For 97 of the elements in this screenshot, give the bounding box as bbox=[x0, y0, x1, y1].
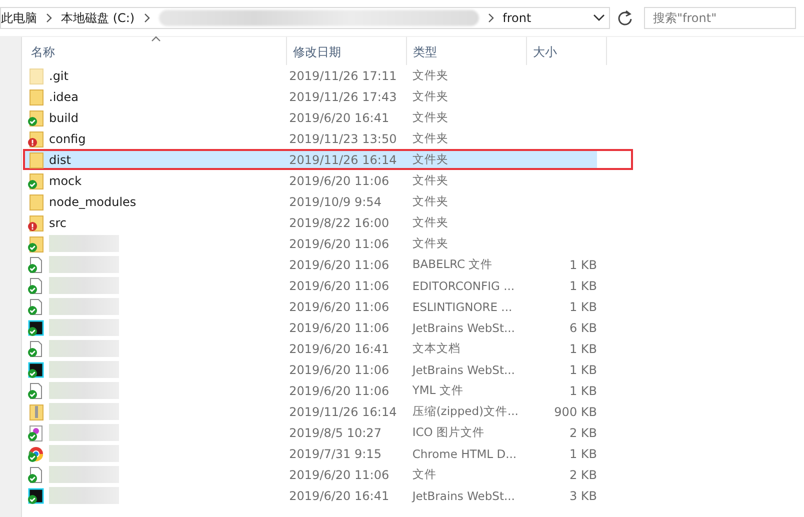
file-row[interactable]: .idea 2019/11/26 17:43 文件夹 bbox=[25, 88, 597, 105]
file-name: dist bbox=[49, 152, 71, 166]
file-row[interactable]: config 2019/11/23 13:50 文件夹 bbox=[25, 130, 597, 147]
file-size: 1 KB bbox=[569, 300, 597, 314]
modified-date: 2019/6/20 11:06 bbox=[288, 258, 390, 272]
modified-date: 2019/6/20 11:06 bbox=[288, 174, 390, 188]
file-type: 文件夹 bbox=[411, 194, 450, 209]
file-size: 3 KB bbox=[569, 488, 597, 502]
file-row[interactable]: mock 2019/6/20 11:06 文件夹 bbox=[25, 172, 597, 189]
file-type: ESLINTIGNORE ... bbox=[411, 300, 514, 314]
file-row[interactable]: 2019/6/20 11:06 JetBrains WebSt... 6 KB bbox=[25, 319, 597, 336]
modified-date: 2019/6/20 11:06 bbox=[288, 468, 390, 482]
file-size: 1 KB bbox=[569, 384, 597, 398]
file-type: 文件 bbox=[411, 467, 438, 482]
file-type: 文本文档 bbox=[411, 341, 462, 356]
modified-date: 2019/6/20 11:06 bbox=[288, 362, 390, 376]
file-size: 6 KB bbox=[569, 320, 597, 334]
file-type: 文件夹 bbox=[411, 131, 450, 146]
file-size: 2 KB bbox=[569, 468, 597, 482]
file-row[interactable]: 2019/6/20 11:06 BABELRC 文件 1 KB bbox=[25, 256, 597, 273]
modified-date: 2019/11/26 17:43 bbox=[288, 90, 398, 104]
file-type: YML 文件 bbox=[411, 383, 464, 398]
address-bar[interactable]: 此电脑 本地磁盘 (C:) front bbox=[0, 7, 610, 29]
file-type: 文件夹 bbox=[411, 236, 450, 251]
file-size: 1 KB bbox=[569, 342, 597, 356]
modified-date: 2019/7/31 9:15 bbox=[288, 446, 382, 460]
column-header[interactable]: 大小 bbox=[527, 37, 607, 65]
column-header[interactable]: 名称 bbox=[25, 37, 287, 65]
file-type: 文件夹 bbox=[411, 68, 450, 83]
modified-date: 2019/6/20 16:41 bbox=[288, 342, 390, 356]
file-type: ICO 图片文件 bbox=[411, 425, 486, 440]
column-header[interactable]: 修改日期 bbox=[287, 37, 407, 65]
modified-date: 2019/6/20 16:41 bbox=[288, 110, 390, 124]
file-size: 1 KB bbox=[569, 258, 597, 272]
file-name: .idea bbox=[49, 90, 79, 104]
column-header[interactable]: 类型 bbox=[407, 37, 527, 65]
file-row[interactable]: src 2019/8/22 16:00 文件夹 bbox=[25, 214, 597, 231]
refresh-icon[interactable] bbox=[616, 9, 634, 27]
breadcrumb-item[interactable]: 本地磁盘 (C:) bbox=[61, 10, 135, 26]
file-size: 1 KB bbox=[569, 446, 597, 460]
modified-date: 2019/8/5 10:27 bbox=[288, 426, 382, 440]
breadcrumb-item[interactable]: front bbox=[502, 11, 532, 25]
modified-date: 2019/6/20 11:06 bbox=[288, 384, 390, 398]
file-row[interactable]: 2019/11/26 16:14 压缩(zipped)文件... 900 KB bbox=[25, 403, 597, 420]
file-type: 压缩(zipped)文件... bbox=[411, 404, 520, 419]
file-type: Chrome HTML D... bbox=[411, 446, 518, 460]
file-row[interactable]: 2019/6/20 11:06 文件夹 bbox=[25, 235, 597, 252]
modified-date: 2019/10/9 9:54 bbox=[288, 194, 382, 208]
file-size: 1 KB bbox=[569, 362, 597, 376]
file-row[interactable]: 2019/6/20 16:41 文本文档 1 KB bbox=[25, 340, 597, 357]
search-field[interactable]: 搜索"front" bbox=[644, 7, 796, 29]
file-name: src bbox=[49, 216, 67, 230]
modified-date: 2019/6/20 11:06 bbox=[288, 300, 390, 314]
file-name: node_modules bbox=[49, 194, 136, 208]
file-size: 2 KB bbox=[569, 426, 597, 440]
file-type: EDITORCONFIG ... bbox=[411, 278, 516, 292]
file-type: BABELRC 文件 bbox=[411, 257, 494, 272]
file-type: 文件夹 bbox=[411, 110, 450, 125]
file-row[interactable]: 2019/7/31 9:15 Chrome HTML D... 1 KB bbox=[25, 445, 597, 462]
modified-date: 2019/11/23 13:50 bbox=[288, 132, 398, 146]
modified-date: 2019/11/26 16:14 bbox=[288, 152, 398, 166]
file-type: JetBrains WebSt... bbox=[410, 362, 516, 376]
file-name: .git bbox=[49, 68, 68, 82]
file-name: mock bbox=[49, 174, 82, 188]
modified-date: 2019/11/26 17:11 bbox=[288, 68, 398, 82]
file-row[interactable]: 2019/8/5 10:27 ICO 图片文件 2 KB bbox=[25, 424, 597, 441]
file-size: 1 KB bbox=[569, 278, 597, 292]
modified-date: 2019/8/22 16:00 bbox=[288, 216, 390, 230]
file-type: JetBrains WebSt... bbox=[410, 320, 516, 334]
file-type: 文件夹 bbox=[411, 173, 450, 188]
file-row[interactable]: 2019/6/20 16:41 JetBrains WebSt... 3 KB bbox=[25, 487, 597, 504]
modified-date: 2019/6/20 16:41 bbox=[288, 488, 390, 502]
file-row[interactable]: build 2019/6/20 16:41 文件夹 bbox=[25, 109, 597, 126]
file-row[interactable]: .git 2019/11/26 17:11 文件夹 bbox=[25, 67, 597, 84]
file-name: build bbox=[49, 110, 79, 124]
file-type: 文件夹 bbox=[411, 215, 450, 230]
file-row[interactable]: 2019/6/20 11:06 YML 文件 1 KB bbox=[25, 382, 597, 399]
modified-date: 2019/11/26 16:14 bbox=[288, 404, 398, 418]
file-row[interactable]: node_modules 2019/10/9 9:54 文件夹 bbox=[25, 193, 597, 210]
file-row[interactable]: 2019/6/20 11:06 JetBrains WebSt... 1 KB bbox=[25, 361, 597, 378]
modified-date: 2019/6/20 11:06 bbox=[288, 278, 390, 292]
file-type: JetBrains WebSt... bbox=[410, 488, 516, 502]
file-row[interactable]: dist 2019/11/26 16:14 文件夹 bbox=[25, 151, 597, 168]
chevron-icon bbox=[486, 13, 495, 23]
chevron-icon bbox=[45, 13, 53, 23]
dropdown-icon[interactable] bbox=[593, 14, 605, 22]
file-size: 900 KB bbox=[554, 404, 597, 418]
chevron-icon bbox=[142, 13, 151, 23]
file-name: config bbox=[49, 132, 86, 146]
breadcrumb-item[interactable]: 此电脑 bbox=[1, 10, 37, 26]
file-type: 文件夹 bbox=[411, 152, 450, 167]
file-row[interactable]: 2019/6/20 11:06 EDITORCONFIG ... 1 KB bbox=[25, 277, 597, 294]
file-row[interactable]: 2019/6/20 11:06 文件 2 KB bbox=[25, 466, 597, 483]
modified-date: 2019/6/20 11:06 bbox=[288, 236, 390, 250]
file-row[interactable]: 2019/6/20 11:06 ESLINTIGNORE ... 1 KB bbox=[25, 298, 597, 315]
modified-date: 2019/6/20 11:06 bbox=[288, 320, 390, 334]
file-type: 文件夹 bbox=[411, 89, 450, 104]
